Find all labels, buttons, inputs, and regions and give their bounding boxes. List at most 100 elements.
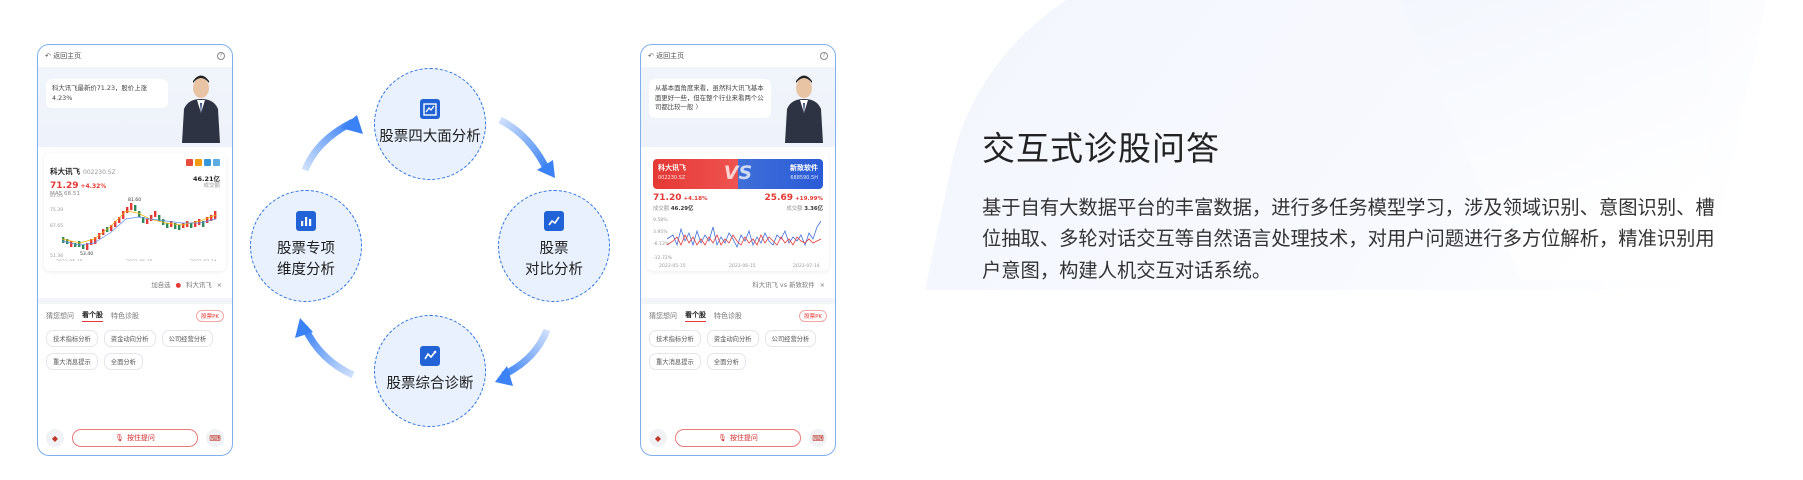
price-change: +4.32% bbox=[80, 183, 107, 190]
left-vol: 46.29亿 bbox=[670, 206, 694, 212]
hold-to-ask-button[interactable]: 🎙 按住提问 bbox=[675, 429, 801, 447]
tab-featured[interactable]: 特色诊股 bbox=[714, 311, 742, 321]
tab-guess[interactable]: 猜您想问 bbox=[649, 311, 677, 321]
option-news[interactable]: 重大消息提示 bbox=[649, 353, 701, 370]
chip-icon[interactable] bbox=[186, 159, 193, 166]
tab-guess[interactable]: 猜您想问 bbox=[46, 311, 74, 321]
turnover-value: 46.21亿 bbox=[192, 175, 220, 183]
question-tabs: 猜您想问 看个股 特色诊股 股票PK bbox=[641, 304, 835, 326]
right-vol-label: 成交额 bbox=[786, 206, 803, 212]
y-tick: 75.39 bbox=[50, 207, 63, 213]
input-bar: ◆ 🎙 按住提问 ⌨ bbox=[649, 429, 827, 447]
assistant-bubble: 从基本面角度来看，虽然科大讯飞基本面更好一些，但在整个行业来看两个公司都比较一般… bbox=[649, 79, 771, 118]
chip-icon[interactable] bbox=[213, 159, 220, 166]
option-operations[interactable]: 公司经营分析 bbox=[764, 330, 817, 347]
quick-action-icons bbox=[186, 159, 220, 166]
page-title: 交互式诊股问答 bbox=[982, 129, 1220, 168]
assistant-avatar bbox=[182, 75, 220, 143]
x-tick: 2023-05-16 bbox=[56, 259, 83, 261]
series-right bbox=[666, 220, 822, 249]
turnover-stat: 46.21亿 成交额 bbox=[193, 175, 220, 191]
vs-prices: 71.20 +4.18% 25.69 +19.99% bbox=[653, 193, 823, 203]
hold-to-ask-label: 按住提问 bbox=[126, 434, 155, 442]
keyboard-icon[interactable]: ⌨ bbox=[809, 429, 827, 447]
report-chart-icon bbox=[420, 99, 440, 120]
stock-name: 科大讯飞 bbox=[50, 167, 80, 176]
vs-volumes: 成交额 46.29亿 成交额 3.36亿 bbox=[653, 204, 823, 212]
close-icon[interactable]: × bbox=[820, 281, 825, 289]
vs-header: 科大讯飞 002230.SZ VS 新致软件 688590.SH bbox=[653, 159, 823, 189]
trend-icon bbox=[544, 210, 564, 231]
node-comprehensive: 股票综合诊断 bbox=[374, 315, 486, 427]
phone-top-bar: ↶ 返回主页 ? bbox=[641, 45, 835, 67]
x-tick: 2023-06-15 bbox=[126, 259, 153, 261]
chip-icon[interactable] bbox=[195, 159, 202, 166]
back-home-link[interactable]: ↶ 返回主页 bbox=[45, 51, 81, 61]
arrow-right-to-bottom bbox=[501, 328, 551, 379]
assistant-bubble: 科大讯飞最新价71.23，股价上涨4.23% bbox=[46, 79, 168, 109]
option-technical[interactable]: 技术指标分析 bbox=[46, 330, 98, 347]
compare-tag: 科大讯飞 vs 新致软件 × bbox=[641, 271, 835, 292]
candles bbox=[62, 203, 217, 250]
node-special-dimension: 股票专项 维度分析 bbox=[250, 190, 362, 302]
compare-card[interactable]: 科大讯飞 002230.SZ VS 新致软件 688590.SH 71.20 +4.1… bbox=[647, 153, 829, 271]
stock-pk-badge[interactable]: 股票PK bbox=[196, 310, 224, 322]
tab-featured[interactable]: 特色诊股 bbox=[111, 311, 139, 321]
help-icon[interactable]: ? bbox=[217, 52, 225, 60]
layers-icon[interactable]: ◆ bbox=[46, 429, 64, 447]
back-home-label: 返回主页 bbox=[656, 52, 685, 60]
hold-to-ask-label: 按住提问 bbox=[729, 434, 758, 442]
x-tick: 2023-05-15 bbox=[659, 263, 686, 269]
node-label: 股票四大面分析 bbox=[379, 129, 481, 146]
layers-icon[interactable]: ◆ bbox=[649, 429, 667, 447]
microphone-icon: 🎙 bbox=[115, 434, 124, 442]
help-icon[interactable]: ? bbox=[820, 52, 828, 60]
low-label: 53.40 bbox=[80, 251, 93, 257]
chip-icon[interactable] bbox=[204, 159, 211, 166]
price-value: 71.29 bbox=[50, 181, 79, 191]
turnover-label: 成交额 bbox=[203, 183, 220, 190]
watchlist-tags: 加自选 ● 科大讯飞 × bbox=[38, 271, 232, 292]
hold-to-ask-button[interactable]: 🎙 按住提问 bbox=[72, 429, 198, 447]
node-label: 股票 bbox=[539, 240, 569, 257]
right-change: +19.99% bbox=[795, 196, 823, 202]
phone-mockup-single-stock: ↶ 返回主页 ? 科大讯飞最新价71.23，股价上涨4.23% 科大讯飞 0022… bbox=[37, 44, 233, 456]
arrow-bottom-to-left bbox=[301, 326, 355, 379]
stock-card[interactable]: 科大讯飞 002230.SZ 71.29 +4.32% MA5 68.51 46.2… bbox=[44, 153, 226, 271]
left-stock-name: 科大讯飞 bbox=[658, 164, 686, 172]
stock-pk-badge[interactable]: 股票PK bbox=[799, 310, 827, 322]
arrow-top-to-right bbox=[498, 116, 551, 172]
option-news[interactable]: 重大消息提示 bbox=[46, 353, 98, 370]
y-tick: 81.06 bbox=[50, 193, 63, 199]
question-tabs: 猜您想问 看个股 特色诊股 股票PK bbox=[38, 304, 232, 326]
compare-tag-label: 科大讯飞 vs 新致软件 bbox=[752, 281, 815, 289]
right-vol: 3.36亿 bbox=[804, 206, 823, 212]
y-tick: 67.65 bbox=[50, 223, 63, 229]
option-full[interactable]: 全面分析 bbox=[103, 353, 143, 370]
candlestick-chart[interactable]: 81.06 75.39 67.65 51.36 2023-05-16 2023-… bbox=[50, 193, 224, 261]
close-icon[interactable]: × bbox=[217, 281, 222, 289]
phone-mockup-compare: ↶ 返回主页 ? 从基本面角度来看，虽然科大讯飞基本面更好一些，但在整个行业来看… bbox=[640, 44, 836, 456]
option-operations[interactable]: 公司经营分析 bbox=[161, 330, 214, 347]
option-capital-flow[interactable]: 资金动向分析 bbox=[103, 330, 156, 347]
add-watchlist-label[interactable]: 加自选 bbox=[151, 280, 170, 289]
assistant-area: 从基本面角度来看，虽然科大讯飞基本面更好一些，但在整个行业来看两个公司都比较一般… bbox=[641, 67, 835, 147]
option-capital-flow[interactable]: 资金动向分析 bbox=[706, 330, 759, 347]
tab-view-stock[interactable]: 看个股 bbox=[82, 310, 103, 322]
node-four-aspects: 股票四大面分析 bbox=[374, 68, 486, 180]
left-vol-label: 成交额 bbox=[653, 206, 670, 212]
compare-line-chart[interactable]: 9.58% 3.95% -6.12% -12.72% 2023-05-15 20… bbox=[653, 215, 827, 269]
back-home-link[interactable]: ↶ 返回主页 bbox=[648, 51, 684, 61]
tag-dot-icon: ● bbox=[175, 280, 182, 289]
option-technical[interactable]: 技术指标分析 bbox=[649, 330, 701, 347]
question-options: 技术指标分析 资金动向分析 公司经营分析 重大消息提示 全面分析 bbox=[38, 326, 232, 374]
keyboard-icon[interactable]: ⌨ bbox=[206, 429, 224, 447]
x-tick: 2023-07-14 bbox=[190, 259, 217, 261]
y-tick: 3.95% bbox=[653, 229, 668, 235]
y-tick: 9.58% bbox=[653, 217, 668, 223]
tab-view-stock[interactable]: 看个股 bbox=[685, 310, 706, 322]
option-full[interactable]: 全面分析 bbox=[706, 353, 746, 370]
back-home-label: 返回主页 bbox=[53, 52, 82, 60]
stock-code: 002230.SZ bbox=[83, 169, 116, 176]
assistant-avatar bbox=[785, 75, 823, 143]
